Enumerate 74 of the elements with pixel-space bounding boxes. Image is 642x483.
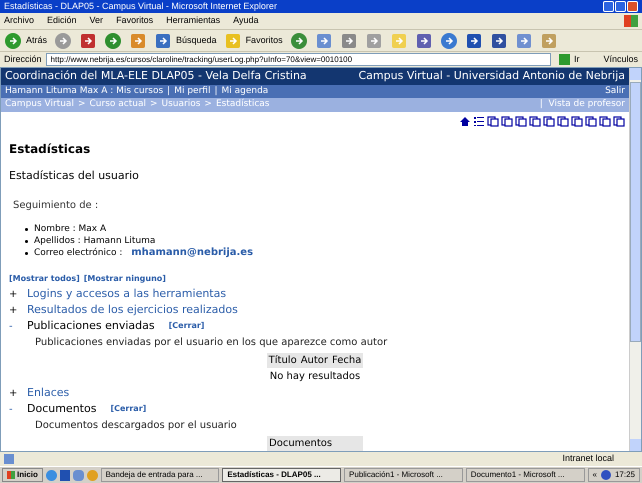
campus-title[interactable]: Campus Virtual - Universidad Antonio de Nebrija (358, 68, 625, 84)
bullet-icon (25, 240, 28, 242)
show-link[interactable]: [Mostrar todos] (9, 273, 80, 285)
menu-item[interactable]: Ayuda (233, 14, 258, 28)
detail-label: Correo electrónico : (34, 247, 124, 259)
breadcrumb-separator: > (150, 98, 158, 111)
clock: 17:25 (614, 469, 635, 481)
empty-message: No hay resultados (270, 370, 360, 384)
search-button[interactable]: Búsqueda (154, 32, 217, 50)
zone-label: Intranet local (562, 452, 614, 466)
menu-item[interactable]: Edición (47, 14, 77, 28)
menu-item[interactable]: Archivo (4, 14, 34, 28)
close-link[interactable]: [Cerrar] (168, 320, 204, 332)
menu-item[interactable]: Ver (90, 14, 104, 28)
windows-logo-icon (624, 15, 638, 27)
course-title[interactable]: Coordinación del MLA-ELE DLAP05 - Vela Delfa Cristina (5, 68, 307, 84)
minimize-button[interactable] (603, 1, 614, 12)
separator: | (214, 84, 218, 98)
taskbar-button[interactable]: Bandeja de entrada para ... (100, 468, 220, 482)
close-button[interactable] (627, 1, 638, 12)
column-header: Documentos (268, 437, 334, 451)
separator: | (167, 84, 170, 98)
section-description: Publicaciones enviadas por el usuario en los que aparezce como autor (35, 336, 388, 350)
start-button[interactable]: Inicio (2, 468, 43, 482)
section-title[interactable]: Logins y accesos a las herramientas (27, 286, 226, 302)
address-label: Dirección (4, 52, 42, 66)
maximize-button[interactable] (615, 1, 626, 12)
section-title[interactable]: Enlaces (27, 384, 70, 402)
breadcrumb-separator: > (204, 98, 212, 111)
expand-marker[interactable]: + (9, 386, 17, 400)
windows-logo-icon (7, 471, 15, 479)
page-title: Estadísticas (9, 140, 92, 158)
taskbar-button[interactable]: Publicación1 - Microsoft ... (344, 468, 463, 482)
address-field[interactable]: http://www.nebrija.es/cursos/claroline/tracking/userLog.php?uInfo=70&view=0010100 (46, 53, 551, 66)
section-title[interactable]: Publicaciones enviadas (27, 318, 155, 334)
user-link[interactable]: Hamann Lituma Max A : Mis cursos (5, 84, 164, 98)
bullet-icon (25, 252, 28, 254)
page-subtitle: Estadísticas del usuario (9, 168, 140, 184)
collapse-marker[interactable]: - (9, 402, 17, 416)
section-description: Documentos descargados por el usuario (35, 419, 238, 433)
taskbar-button[interactable]: Estadísticas - DLAP05 ... (222, 468, 342, 482)
column-header: Autor (300, 354, 330, 368)
section-title[interactable]: Resultados de los ejercicios realizados (27, 302, 238, 318)
logout-link[interactable]: Salir (605, 84, 625, 98)
tracking-label: Seguimiento de : (13, 199, 100, 213)
detail-label: Nombre : Max A (34, 223, 106, 235)
window-title: Estadísticas - DLAP05 - Campus Virtual - Microsoft Internet Explorer (4, 2, 277, 11)
column-header: Fecha (331, 354, 362, 368)
expand-marker[interactable]: + (9, 302, 17, 318)
taskbar-button[interactable]: Documento1 - Microsoft ... (466, 468, 585, 482)
expand-marker[interactable]: + (9, 286, 17, 302)
breadcrumb-separator: > (78, 98, 86, 111)
forward-icon (54, 32, 72, 50)
show-link[interactable]: [Mostrar ninguno] (84, 273, 166, 285)
back-button[interactable]: Atrás (4, 32, 48, 50)
list-icon[interactable] (473, 114, 485, 126)
forward-button[interactable] (54, 32, 72, 50)
user-link[interactable]: Mi perfil (174, 84, 210, 98)
menu-item[interactable]: Favoritos (116, 14, 154, 28)
go-button[interactable]: Ir (554, 52, 584, 66)
detail-label: Apellidos : Hamann Lituma (34, 235, 156, 247)
favorites-button[interactable]: Favoritos (224, 32, 283, 50)
back-icon (4, 32, 22, 50)
close-link[interactable]: [Cerrar] (110, 403, 146, 415)
section-title[interactable]: Documentos (27, 400, 96, 418)
links-label[interactable]: Vínculos (603, 52, 638, 66)
user-link[interactable]: Mi agenda (222, 84, 268, 98)
column-header: Título (268, 354, 298, 368)
collapse-marker[interactable]: - (9, 318, 17, 334)
tray-arrow[interactable]: « (592, 469, 597, 481)
scrollbar[interactable] (629, 68, 641, 451)
email-link[interactable]: mhamann@nebrija.es (131, 247, 254, 259)
menu-item[interactable]: Herramientas (166, 14, 220, 28)
bullet-icon (25, 228, 28, 230)
